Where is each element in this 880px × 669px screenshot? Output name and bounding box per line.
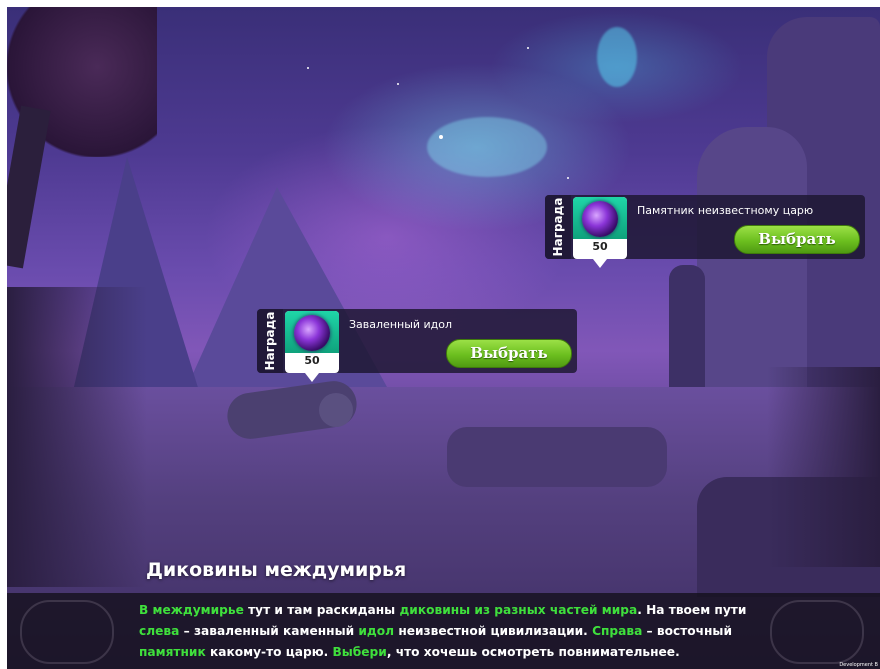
dark-portal-orb-icon [294,315,330,351]
star [397,83,399,85]
statue [669,265,705,395]
reward-card-idol: Награда 50 Заваленный идол Выбрать [257,309,577,382]
narration-segment: неизвестной цивилизации. [394,624,593,638]
star [307,67,309,69]
aurora-glow [427,117,547,177]
scene-title: Диковины междумирья [146,559,407,581]
star [439,135,443,139]
narration-text: В междумирье тут и там раскиданы диковин… [139,600,779,663]
narration-highlight: диковины из разных частей мира [399,603,638,617]
rocks [447,427,667,487]
reward-card-monument: Награда 50 Памятник неизвестному царю Вы… [545,195,865,268]
fallen-idol-head [319,393,353,427]
reward-tab: Награда [545,195,571,259]
star [567,177,569,179]
reward-count: 50 [304,354,320,367]
narration-highlight: Справа [592,624,643,638]
dead-bushes [767,367,880,567]
reward-tab-label: Награда [263,311,277,371]
aurora-glow [597,27,637,87]
narration-highlight: В междумирье [139,603,244,617]
reward-icon-bg [285,311,339,353]
choose-monument-button[interactable]: Выбрать [734,225,860,254]
reward-tab-label: Награда [551,197,565,257]
card-pointer [305,373,319,382]
reward-item[interactable]: 50 [573,197,627,259]
narration-segment: – восточный [642,624,732,638]
dev-watermark: Development B [839,662,878,668]
ornament-right [770,600,864,664]
card-title: Заваленный идол [349,318,453,331]
choose-idol-button[interactable]: Выбрать [446,339,572,368]
card-title: Памятник неизвестному царю [637,204,814,217]
narration-highlight: слева [139,624,180,638]
ornament-left [20,600,114,664]
dead-bushes [7,287,147,587]
narration-segment: , что хочешь осмотреть повнимательнее. [386,645,680,659]
narration-highlight: идол [358,624,395,638]
narration-highlight: памятник [139,645,206,659]
narration-highlight: Выбери [332,645,387,659]
reward-icon-bg [573,197,627,239]
card-pointer [593,259,607,268]
reward-tab: Награда [257,309,283,373]
reward-item[interactable]: 50 [285,311,339,373]
narration-segment: какому-то царю. [205,645,333,659]
narration-segment: тут и там раскиданы [243,603,400,617]
star [527,47,529,49]
narration-segment: . На твоем пути [637,603,747,617]
dark-portal-orb-icon [582,201,618,237]
narration-segment: – заваленный каменный [179,624,359,638]
reward-count: 50 [592,240,608,253]
